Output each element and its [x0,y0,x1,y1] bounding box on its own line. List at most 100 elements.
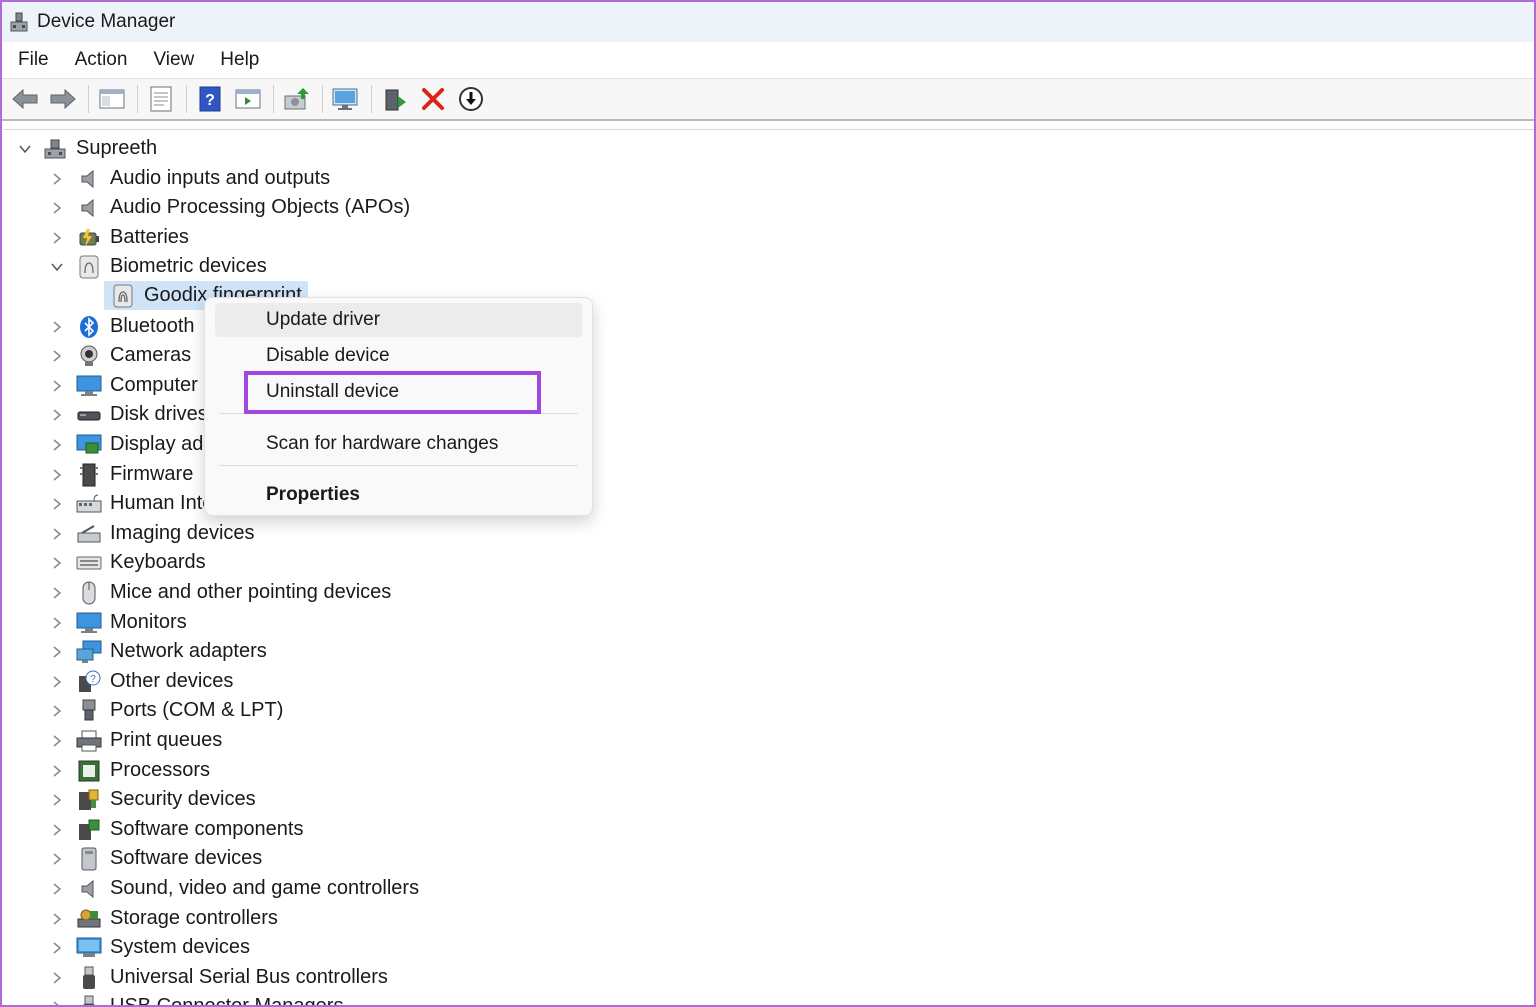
update-driver-icon [284,88,309,110]
tree-item-security-devices[interactable]: Security devices [50,785,256,814]
tree-item-network-adapters[interactable]: Network adapters [50,637,267,666]
tree-item-usb-connector-managers[interactable]: USB Connector Managers [50,992,344,1007]
chevron-right-icon[interactable] [50,586,64,600]
show-hide-tree-button[interactable] [97,84,127,114]
tree-item-label: Computer [110,374,198,396]
disable-device-button[interactable] [456,84,486,114]
tree-item-computer[interactable]: Computer [50,371,198,400]
tree-item-storage-controllers[interactable]: Storage controllers [50,904,278,933]
tree-item-system-devices[interactable]: System devices [50,933,250,962]
tree-item-imaging-devices[interactable]: Imaging devices [50,519,255,548]
enable-device-button[interactable] [380,84,410,114]
menu-properties[interactable]: Properties [215,478,582,512]
chevron-right-icon[interactable] [50,231,64,245]
toolbar-separator [322,85,323,113]
disk-drive-icon [76,402,102,428]
tree-item-other-devices[interactable]: ? Other devices [50,667,233,696]
keyboard-icon [76,550,102,576]
chevron-right-icon[interactable] [50,349,64,363]
tree-item-label: System devices [110,936,251,958]
chevron-right-icon[interactable] [50,320,64,334]
device-manager-window: Device Manager File Action View Help ? S… [0,0,1536,1007]
help-button[interactable]: ? [195,84,225,114]
svg-text:?: ? [90,674,96,685]
chevron-right-icon[interactable] [50,764,64,778]
device-tree: Supreeth Audio inputs and outputs Audio P… [4,129,1534,1005]
printer-icon [76,728,102,754]
tree-item-human-inte[interactable]: Human Inte [50,489,213,518]
tree-item-ports-com-lpt[interactable]: Ports (COM & LPT) [50,696,283,725]
chevron-right-icon[interactable] [50,616,64,630]
tree-item-disk-drives[interactable]: Disk drives [50,400,208,429]
tree-item-label: Bluetooth [110,315,195,337]
tree-item-label: Keyboards [110,551,206,573]
tree-item-label: Imaging devices [110,522,255,544]
chevron-right-icon[interactable] [50,408,64,422]
unknown-device-icon: ? [76,669,102,695]
chevron-right-icon[interactable] [50,971,64,985]
back-button[interactable] [10,84,40,114]
menu-scan-hardware[interactable]: Scan for hardware changes [215,427,582,461]
tree-item-cameras[interactable]: Cameras [50,341,191,370]
tree-item-universal-serial-bus-controllers[interactable]: Universal Serial Bus controllers [50,963,388,992]
tree-item-firmware[interactable]: Firmware [50,460,193,489]
chevron-right-icon[interactable] [50,645,64,659]
battery-icon [76,225,102,251]
uninstall-device-button[interactable] [418,84,448,114]
properties-button[interactable] [146,84,176,114]
chevron-down-icon[interactable] [50,260,64,274]
chevron-right-icon[interactable] [50,852,64,866]
chevron-right-icon[interactable] [50,882,64,896]
menu-help[interactable]: Help [220,49,259,71]
forward-button[interactable] [48,84,78,114]
tree-item-biometric-devices[interactable]: Biometric devices [50,252,267,281]
tree-item-processors[interactable]: Processors [50,756,210,785]
chevron-down-icon[interactable] [18,142,32,156]
menu-file[interactable]: File [18,49,49,71]
chevron-right-icon[interactable] [50,438,64,452]
chevron-right-icon[interactable] [50,556,64,570]
tree-item-print-queues[interactable]: Print queues [50,726,222,755]
update-driver-button[interactable] [282,84,312,114]
tree-item-keyboards[interactable]: Keyboards [50,548,206,577]
tree-item-software-components[interactable]: Software components [50,815,303,844]
chevron-right-icon[interactable] [50,201,64,215]
tree-item-bluetooth[interactable]: Bluetooth [50,312,195,341]
tree-item-monitors[interactable]: Monitors [50,608,187,637]
chevron-right-icon[interactable] [50,704,64,718]
action-pane-button[interactable] [233,84,263,114]
chevron-right-icon[interactable] [50,172,64,186]
tree-item-batteries[interactable]: Batteries [50,223,189,252]
chevron-right-icon[interactable] [50,379,64,393]
software-device-icon [76,846,102,872]
tree-item-audio-inputs-and-outputs[interactable]: Audio inputs and outputs [50,164,330,193]
chevron-right-icon[interactable] [50,734,64,748]
tree-item-label: Print queues [110,729,223,751]
tree-item-display-ada[interactable]: Display ada [50,430,215,459]
chevron-right-icon[interactable] [50,823,64,837]
chevron-right-icon[interactable] [50,468,64,482]
tree-root[interactable]: Supreeth [18,134,157,163]
chevron-right-icon[interactable] [50,497,64,511]
chevron-right-icon[interactable] [50,912,64,926]
menu-view[interactable]: View [153,49,194,71]
tree-item-sound-video-and-game-controllers[interactable]: Sound, video and game controllers [50,874,419,903]
tree-item-mice-and-other-pointing-devices[interactable]: Mice and other pointing devices [50,578,391,607]
tree-item-label: USB Connector Managers [110,995,344,1007]
menu-update-driver[interactable]: Update driver [215,303,582,337]
tree-item-audio-processing-objects-apos[interactable]: Audio Processing Objects (APOs) [50,193,410,222]
chevron-right-icon[interactable] [50,1000,64,1005]
chevron-right-icon[interactable] [50,793,64,807]
menu-separator [219,465,578,466]
tree-item-label: Disk drives [110,403,208,425]
menu-disable-device[interactable]: Disable device [215,339,582,373]
chevron-right-icon[interactable] [50,527,64,541]
scan-hardware-button[interactable] [331,84,361,114]
toolbar-separator [371,85,372,113]
tree-item-label: Software components [110,818,304,840]
tree-item-software-devices[interactable]: Software devices [50,844,262,873]
chevron-right-icon[interactable] [50,941,64,955]
speaker-icon [76,195,102,221]
chevron-right-icon[interactable] [50,675,64,689]
menu-action[interactable]: Action [75,49,128,71]
